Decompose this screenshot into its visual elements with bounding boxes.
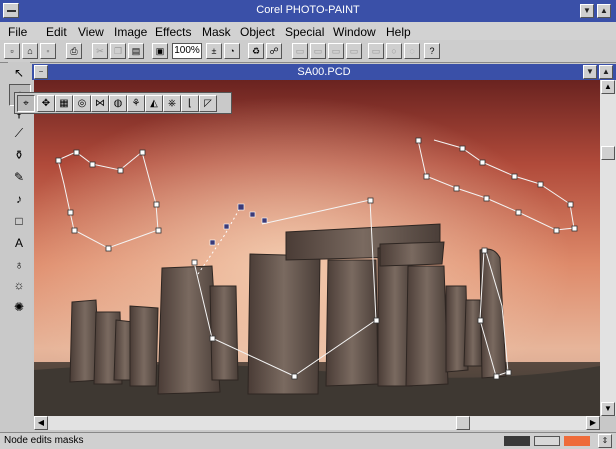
menu-view[interactable]: View — [78, 25, 104, 39]
mask-f-icon[interactable]: ○ — [386, 43, 402, 59]
save-icon[interactable]: ▪ — [40, 43, 56, 59]
mask-e-icon[interactable]: ▭ — [368, 43, 384, 59]
maximize-button[interactable]: ▲ — [597, 4, 611, 18]
open-file-icon[interactable]: ⌂ — [22, 43, 38, 59]
move-icon[interactable]: ✥ — [37, 95, 55, 112]
app-title: Corel PHOTO-PAINT — [256, 4, 360, 16]
status-bar: Node edits masks ⇕ — [0, 432, 616, 449]
mask-c-icon[interactable]: ▭ — [328, 43, 344, 59]
horizontal-scroll-thumb[interactable] — [456, 416, 470, 430]
scissors-mask-icon[interactable]: ⎈ — [163, 95, 181, 112]
clone-icon[interactable]: ♁ — [9, 256, 29, 276]
horizontal-scrollbar[interactable]: ◀ ▶ — [34, 416, 600, 430]
brush-mask-icon[interactable]: ⌊ — [181, 95, 199, 112]
freehand-mask-icon[interactable]: ✺ — [9, 298, 29, 318]
toolbar: ▫ ⌂ ▪ ⎙ ✂ ❐ ▤ ▣ 100% ± ◔ ♻ ☍ ▭ ▭ ▭ ▭ ▭ ○… — [0, 40, 616, 63]
menu-help[interactable]: Help — [386, 25, 411, 39]
smear-icon[interactable]: ♪ — [9, 190, 29, 210]
mask-tool-flyout: ⌖ ✥ ▦ ◎ ⋈ ◍ ⚘ ◭ ⎈ ⌊ ◸ — [14, 92, 232, 114]
zoom-dropdown-icon[interactable]: ± — [206, 43, 222, 59]
menu-image[interactable]: Image — [114, 25, 147, 39]
freehand-mask-icon[interactable]: ◍ — [109, 95, 127, 112]
paste-new-icon[interactable]: ▣ — [152, 43, 168, 59]
cut-icon[interactable]: ✂ — [92, 43, 108, 59]
scroll-down-icon[interactable]: ▼ — [601, 402, 615, 416]
pointer-icon[interactable]: ↖ — [9, 64, 29, 84]
menu-special[interactable]: Special — [285, 25, 324, 39]
effect-icon[interactable]: ☼ — [9, 276, 29, 296]
document-maximize-button[interactable]: ▲ — [599, 65, 613, 79]
scroll-right-icon[interactable]: ▶ — [586, 416, 600, 430]
fill-color-swatch[interactable] — [564, 436, 590, 446]
scroll-up-icon[interactable]: ▲ — [601, 80, 615, 94]
status-text: Node edits masks — [4, 435, 84, 446]
color-menu-icon[interactable]: ⇕ — [598, 434, 612, 448]
eyedropper-icon[interactable]: ⟋ — [9, 124, 29, 144]
mask-a-icon[interactable]: ▭ — [292, 43, 308, 59]
print-icon[interactable]: ⎙ — [66, 43, 82, 59]
mask-b-icon[interactable]: ▭ — [310, 43, 326, 59]
image-canvas[interactable] — [34, 80, 600, 416]
vertical-scrollbar[interactable]: ▲ ▼ — [600, 80, 616, 416]
photo-image — [34, 80, 600, 416]
new-file-icon[interactable]: ▫ — [4, 43, 20, 59]
polygon-mask-icon[interactable]: ⋈ — [91, 95, 109, 112]
copy-icon[interactable]: ❐ — [110, 43, 126, 59]
mask-g-icon[interactable]: ◌ — [404, 43, 420, 59]
layer-icon[interactable]: ☍ — [266, 43, 282, 59]
minimize-button[interactable]: ▼ — [580, 4, 594, 18]
rectangle-icon[interactable]: □ — [9, 212, 29, 232]
context-help-icon[interactable]: ? — [424, 43, 440, 59]
circle-mask-icon[interactable]: ◎ — [73, 95, 91, 112]
text-icon[interactable]: A — [9, 234, 29, 254]
rectangle-mask-icon[interactable]: ▦ — [55, 95, 73, 112]
vertical-scroll-thumb[interactable] — [601, 146, 615, 160]
magic-wand-icon[interactable]: ⚘ — [127, 95, 145, 112]
paper-color-swatch[interactable] — [534, 436, 560, 446]
outline-color-swatch[interactable] — [504, 436, 530, 446]
scroll-left-icon[interactable]: ◀ — [34, 416, 48, 430]
node-edit-icon[interactable]: ⌖ — [17, 95, 35, 112]
zoom-tool-icon[interactable]: ◔ — [224, 43, 240, 59]
zoom-level-field[interactable]: 100% — [172, 43, 202, 59]
menu-bar: File Edit View Image Effects Mask Object… — [0, 22, 616, 41]
menu-effects[interactable]: Effects — [155, 25, 191, 39]
lasso-icon[interactable]: ◭ — [145, 95, 163, 112]
brush-icon[interactable]: ✎ — [9, 168, 29, 188]
menu-file[interactable]: File — [8, 25, 27, 39]
fill-icon[interactable]: ⚱ — [9, 146, 29, 166]
document-window: − SA00.PCD ▼ ▲ ▲ ▼ ◀ ▶ — [32, 64, 616, 430]
object-icon[interactable]: ♻ — [248, 43, 264, 59]
menu-window[interactable]: Window — [333, 25, 376, 39]
menu-mask[interactable]: Mask — [202, 25, 231, 39]
mask-d-icon[interactable]: ▭ — [346, 43, 362, 59]
menu-object[interactable]: Object — [240, 25, 275, 39]
app-titlebar: Corel PHOTO-PAINT ▼ ▲ — [0, 0, 616, 22]
document-minimize-button[interactable]: ▼ — [583, 65, 597, 79]
paste-icon[interactable]: ▤ — [128, 43, 144, 59]
menu-edit[interactable]: Edit — [46, 25, 67, 39]
document-title: SA00.PCD — [297, 66, 351, 78]
document-titlebar: − SA00.PCD ▼ ▲ — [32, 64, 616, 80]
eraser-mask-icon[interactable]: ◸ — [199, 95, 217, 112]
